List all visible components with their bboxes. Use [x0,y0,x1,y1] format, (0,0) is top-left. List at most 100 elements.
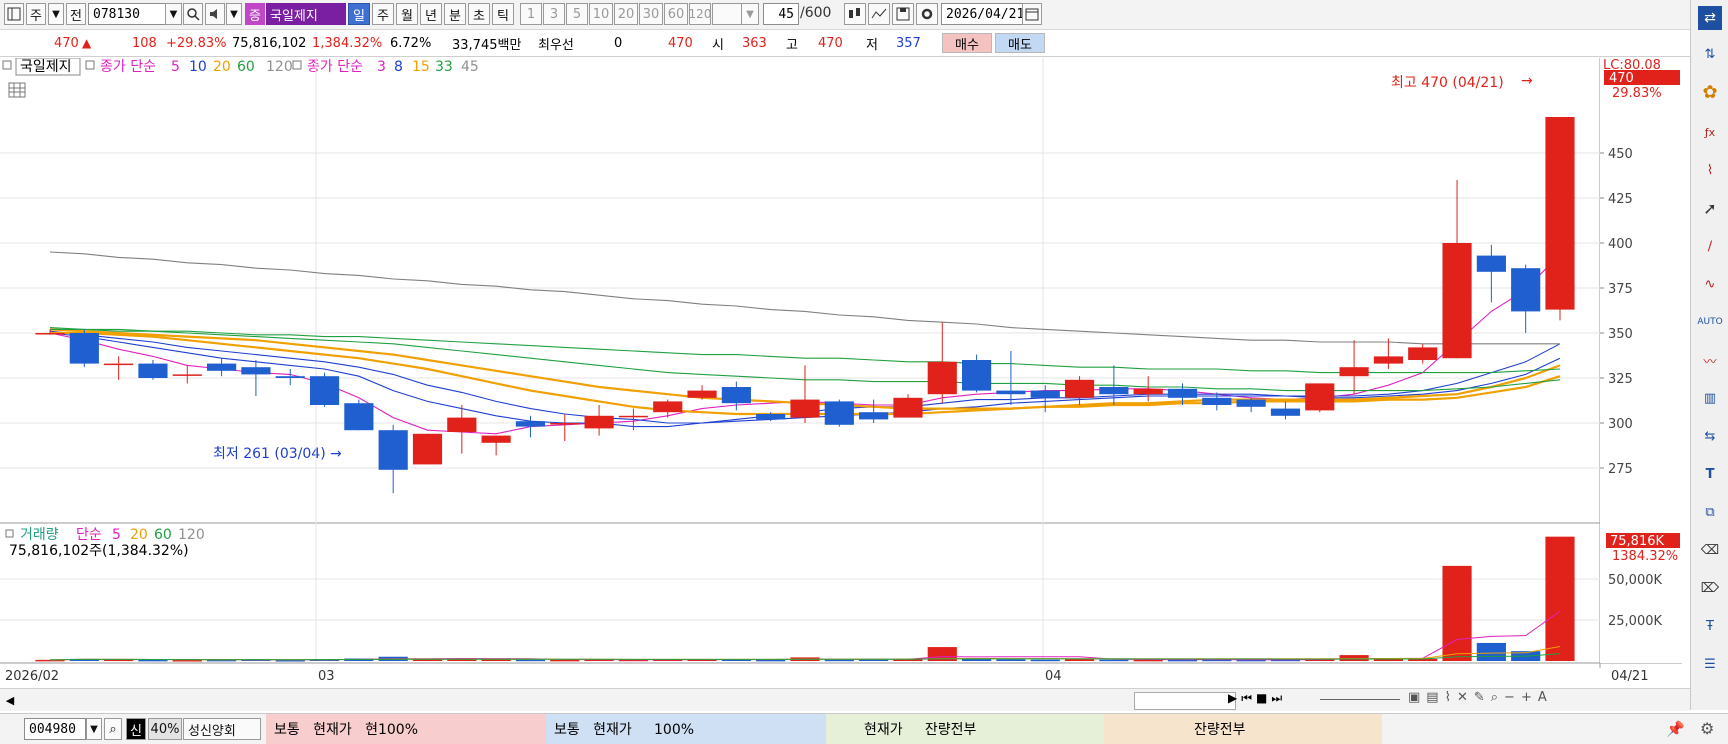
chart-layout-icon[interactable]: ▣ [1408,690,1420,710]
buy-button[interactable]: 매수 [942,33,992,53]
interval-button[interactable]: 60 [664,3,688,25]
sell-button[interactable]: 매도 [995,33,1045,53]
next-icon[interactable]: ▶ [1228,691,1237,709]
vol-pct-tag: 1384.32% [1612,549,1678,564]
bottom-code-input[interactable]: 004980 [24,718,86,740]
chart-line-icon[interactable]: ⌇ [1445,690,1451,710]
candle-body [550,423,580,425]
modify-order-panel[interactable]: 현재가 잔량전부 [826,714,1104,744]
candle-style-icon[interactable] [844,3,866,25]
tool-gear-icon[interactable]: ✿ [1698,80,1722,104]
line-style-icon[interactable] [868,3,890,25]
cancel-order-panel[interactable]: 잔량전부 [1104,714,1382,744]
sell-order-panel[interactable]: 보통 현재가 100% [546,714,826,744]
period-week-button[interactable]: 주 [372,3,394,25]
layout-icon[interactable] [4,3,24,25]
tool-candle-icon[interactable]: ▥ [1698,386,1722,410]
calendar-icon[interactable] [1022,3,1042,25]
settings-gear-icon[interactable] [916,3,938,25]
chart-area[interactable]: 국일제지 종가 단순 5 10 20 60 120 종가 단순 3 8 15 3… [0,58,1682,685]
date-input[interactable]: 2026/04/21 [941,3,1024,25]
count-input[interactable]: 45 [763,3,799,25]
interval-dropdown-icon[interactable]: ▼ [741,3,759,25]
quote-bar: 470 ▲ 108 +29.83% 75,816,102 1,384.32% 6… [0,31,1690,57]
tool-auto-icon[interactable]: AUTO [1697,310,1722,334]
bottom-search-icon[interactable]: ⌕ [104,718,122,740]
period-day-button[interactable]: 일 [348,3,370,25]
tool-eraser-icon[interactable]: ⌫ [1698,538,1722,562]
draw-icon[interactable]: ✎ [1474,690,1485,710]
tool-text-icon[interactable]: T [1698,462,1722,486]
period-second-button[interactable]: 초 [468,3,490,25]
cross-icon[interactable]: ✕ [1457,690,1468,710]
high-arrow-icon: → [1521,73,1533,89]
market-dropdown-icon[interactable]: ▼ [48,3,64,25]
zoom-out-icon[interactable]: − [1504,690,1515,710]
rewind-icon[interactable]: ⏮ [1241,691,1252,709]
pin-icon[interactable]: 📌 [1666,720,1685,738]
low-label: 저 [866,37,878,53]
period-tick-button[interactable]: 틱 [492,3,514,25]
low-price: 357 [896,35,921,51]
candle-body [481,435,511,443]
tool-wave-icon[interactable]: 〰 [1698,348,1722,372]
fast-forward-icon[interactable]: ⏭ [1271,691,1282,709]
volume-bar [824,659,854,662]
period-minute-button[interactable]: 분 [444,3,466,25]
speaker-icon[interactable] [205,3,225,25]
tool-text-box-icon[interactable]: Ŧ [1698,614,1722,638]
period-year-button[interactable]: 년 [420,3,442,25]
search-icon[interactable] [183,3,203,25]
legend-ma2-3: 3 [377,59,386,75]
bottom-code-dropdown-icon[interactable]: ▼ [86,718,102,740]
volume-bar [172,660,202,662]
interval-button[interactable]: 20 [614,3,638,25]
tool-arrow-icon[interactable]: ⇆ [1698,424,1722,448]
price-tick-label: 450 [1608,147,1633,162]
stock-chart-svg[interactable]: 국일제지 종가 단순 5 10 20 60 120 종가 단순 3 8 15 3… [0,58,1682,685]
bottom-pct: 40% [148,718,182,740]
scroll-left-icon[interactable]: ◀ [2,692,18,708]
save-icon[interactable] [892,3,914,25]
candle-body [1167,388,1198,398]
grid-table-icon[interactable] [8,82,26,98]
interval-button[interactable]: 30 [639,3,663,25]
candle-body [653,401,683,413]
tool-menu-icon[interactable]: ⇄ [1698,6,1722,30]
interval-button[interactable]: 10 [589,3,613,25]
font-icon[interactable]: A [1538,690,1547,710]
speaker-dropdown-icon[interactable]: ▼ [226,3,242,25]
tool-erase-all-icon[interactable]: ⌦ [1698,576,1722,600]
prev-button[interactable]: 전 [66,3,86,25]
zoom-in-icon[interactable]: + [1521,690,1532,710]
stop-icon[interactable]: ■ [1256,691,1267,709]
interval-button[interactable]: 120 [689,3,711,25]
tool-pointer-icon[interactable]: ➚ [1698,196,1722,220]
tool-line-icon[interactable]: ∕ [1698,234,1722,258]
buy-order-panel[interactable]: 보통 현재가 현100% [266,714,546,744]
period-month-button[interactable]: 월 [396,3,418,25]
market-type-button[interactable]: 주 [26,3,46,25]
tool-list-icon[interactable]: ☰ [1698,652,1722,676]
volume-tick-label: 50,000K [1608,573,1662,588]
stock-name-label: 국일제지 [266,3,346,25]
tool-chart-icon[interactable]: ⌇ [1698,158,1722,182]
chart-layout2-icon[interactable]: ▤ [1426,690,1438,710]
stock-code-input[interactable]: 078130 [88,3,166,25]
volume-bar [1442,565,1472,661]
magnifier-icon[interactable]: ⌕ [1491,690,1498,710]
tool-trend-icon[interactable]: ∿ [1698,272,1722,296]
bottom-settings-icon[interactable]: ⚙ [1700,719,1714,738]
scroll-thumb[interactable] [1134,692,1236,710]
code-dropdown-icon[interactable]: ▼ [165,3,182,25]
tool-fx-icon[interactable]: ƒx [1698,120,1722,144]
volume-bar [138,659,168,662]
interval-button[interactable]: 1 [520,3,542,25]
tool-compare-icon[interactable]: ⇅ [1698,42,1722,66]
interval-button[interactable]: 3 [543,3,565,25]
interval-button[interactable]: 5 [566,3,588,25]
tool-copy-icon[interactable]: ⧉ [1698,500,1722,524]
volume-pct: 1,384.32% [312,35,383,51]
candle-body [1202,397,1232,405]
zoom-slider[interactable] [1320,699,1400,700]
